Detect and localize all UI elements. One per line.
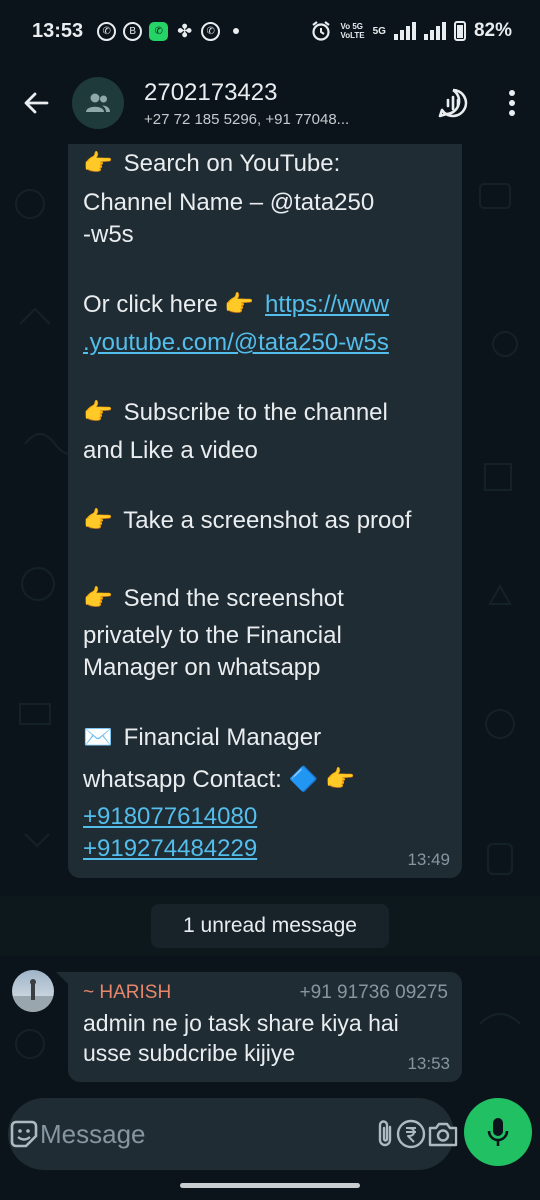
message-line: 👉 Take a screenshot as proof	[83, 505, 446, 537]
signal-icon-2	[423, 22, 446, 40]
volte-bottom: VoLTE	[340, 31, 365, 40]
status-time: 13:53	[32, 19, 84, 42]
more-vertical-icon	[509, 90, 515, 116]
fan-icon: ✤	[177, 20, 193, 41]
status-bar: 13:53 ✆ B ✆ ✤ ✆ Vo 5G VoLTE 5G 82%	[0, 0, 540, 62]
whatsapp-business-icon: B	[123, 21, 143, 41]
notification-icons: ✆ B ✆ ✤ ✆	[97, 20, 240, 41]
phone-link[interactable]: +919274484229	[83, 835, 257, 862]
message-text: Financial Manager	[123, 724, 322, 751]
sticker-button[interactable]	[8, 1098, 40, 1170]
message-text: usse subdcribe kijiye	[83, 1040, 296, 1066]
pointing-hand-icon: 👉	[83, 399, 113, 426]
message-text: Or click here	[83, 291, 218, 318]
voice-message-button[interactable]	[464, 1098, 532, 1166]
message-timestamp: 13:49	[407, 850, 450, 869]
volte-indicator: Vo 5G VoLTE	[340, 22, 364, 40]
whatsapp-icon: ✆	[97, 21, 117, 41]
composer	[0, 1090, 540, 1176]
pointing-hand-icon: 👉	[83, 507, 113, 534]
status-indicators: Vo 5G VoLTE 5G 82%	[310, 20, 512, 42]
camera-icon	[428, 1122, 458, 1147]
message-line: 👉 Subscribe to the channel	[83, 397, 446, 429]
group-avatar[interactable]	[72, 77, 124, 129]
message-line: .youtube.com/@tata250-w5s	[83, 327, 446, 359]
pointing-hand-icon: 👉	[83, 585, 113, 612]
network-5g: 5G	[372, 25, 386, 37]
chat-header: 2702173423 +27 72 185 5296, +91 77048...	[0, 62, 540, 144]
message-line: 👉 Search on YouTube:	[83, 148, 446, 180]
outgoing-message-bubble[interactable]: 👉 Search on YouTube: Channel Name – @tat…	[68, 144, 462, 878]
pointing-hand-icon: 👉	[83, 150, 113, 177]
message-text: privately to the Financial	[83, 622, 342, 649]
envelope-icon: ✉️	[83, 724, 113, 751]
message-line: +919274484229	[83, 833, 446, 865]
navigation-handle[interactable]	[180, 1183, 360, 1188]
youtube-link[interactable]: https://www	[265, 291, 389, 318]
message-text: Manager on whatsapp	[83, 654, 321, 681]
message-text: -w5s	[83, 221, 134, 248]
back-button[interactable]	[0, 62, 72, 144]
volte-top: Vo 5G	[340, 22, 363, 31]
payment-button[interactable]	[395, 1098, 427, 1170]
phone-icon: ✆	[149, 21, 169, 41]
camera-button[interactable]	[427, 1098, 459, 1170]
audio-waveform-icon	[438, 88, 468, 118]
sender-avatar[interactable]	[12, 970, 54, 1012]
chat-title: 2702173423	[144, 78, 278, 106]
unread-messages-label: 1 unread message	[151, 904, 389, 948]
rupee-icon	[396, 1119, 426, 1149]
message-line: whatsapp Contact: 🔷 👉	[83, 764, 446, 796]
paperclip-icon	[378, 1120, 392, 1147]
message-text: Subscribe to the channel	[123, 399, 388, 426]
chat-area[interactable]: 👉 Search on YouTube: Channel Name – @tat…	[0, 144, 540, 1090]
sticker-icon	[10, 1120, 38, 1148]
menu-button[interactable]	[484, 72, 540, 134]
battery-percent: 82%	[473, 20, 512, 41]
whatsapp-icon: ✆	[201, 21, 221, 41]
sender-row: ~ HARISH +91 91736 09275	[83, 982, 448, 1004]
group-icon	[86, 93, 110, 112]
voice-chat-button[interactable]	[422, 72, 484, 134]
phone-link[interactable]: +918077614080	[83, 803, 257, 830]
message-line: ✉️ Financial Manager	[83, 722, 446, 754]
message-text: Send the screenshot	[123, 585, 344, 612]
message-text: and Like a video	[83, 437, 258, 464]
blue-diamond-icon: 🔷	[288, 766, 319, 793]
message-input-container	[8, 1098, 458, 1170]
pointing-hand-icon: 👉	[224, 291, 255, 318]
message-line: Or click here 👉 https://www	[83, 289, 446, 321]
chat-info[interactable]: 2702173423 +27 72 185 5296, +91 77048...	[144, 79, 422, 128]
avatar-image	[12, 979, 54, 1012]
youtube-link[interactable]: .youtube.com/@tata250-w5s	[83, 329, 389, 356]
incoming-message-bubble[interactable]: ~ HARISH +91 91736 09275 admin ne jo tas…	[68, 972, 462, 1082]
chat-participants: +27 72 185 5296, +91 77048...	[144, 110, 350, 128]
message-text: Search on YouTube:	[123, 150, 341, 177]
pointing-hand-icon: 👉	[325, 766, 355, 793]
signal-icon	[393, 22, 416, 40]
message-timestamp: 13:53	[407, 1054, 450, 1073]
message-text: admin ne jo task share kiya hai	[83, 1010, 399, 1036]
battery-icon	[453, 21, 466, 41]
sender-name[interactable]: ~ HARISH	[83, 982, 171, 1004]
back-arrow-icon	[24, 92, 49, 114]
more-notifications-icon	[233, 28, 240, 34]
attach-button[interactable]	[375, 1098, 395, 1170]
message-line: +918077614080	[83, 801, 446, 833]
alarm-icon	[312, 21, 331, 41]
microphone-icon	[487, 1118, 509, 1146]
message-text: Take a screenshot as proof	[123, 507, 412, 534]
message-line: 👉 Send the screenshot	[83, 583, 446, 615]
message-text: whatsapp Contact:	[83, 766, 282, 793]
sender-phone: +91 91736 09275	[299, 982, 448, 1003]
message-text: Channel Name – @tata250	[83, 189, 375, 216]
message-input[interactable]	[40, 1118, 375, 1150]
